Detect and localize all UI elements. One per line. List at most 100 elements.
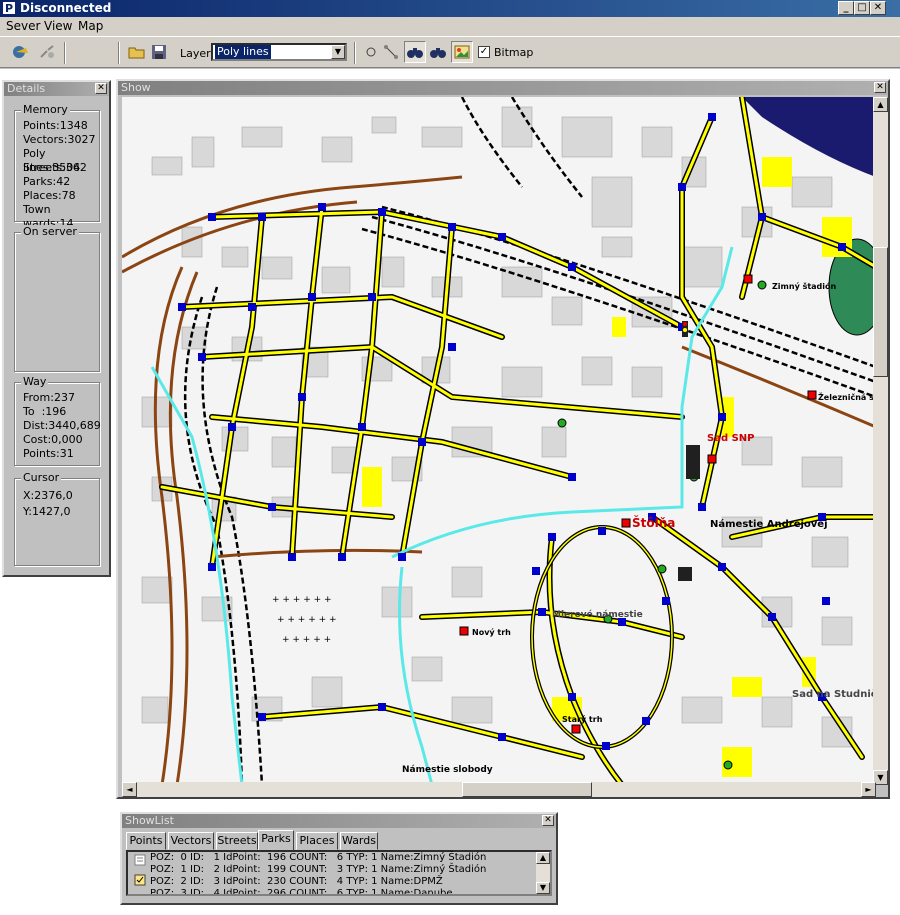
line-tool-icon[interactable] — [380, 41, 402, 63]
list-item[interactable]: POZ: 0 ID: 1 IdPoint: 196 COUNT: 6 TYP: … — [150, 852, 486, 863]
tab-points[interactable]: Points — [126, 832, 166, 850]
list-item[interactable]: POZ: 3 ID: 4 IdPoint: 296 COUNT: 6 TYP: … — [150, 888, 453, 894]
show-title: Show ✕ — [118, 81, 888, 95]
menu-view[interactable]: View — [44, 19, 72, 33]
map-label-andrej-square: Námestie Andrejovej — [710, 518, 828, 530]
layer-dropdown[interactable]: Poly lines ▼ — [211, 43, 347, 61]
map-label-stadium: Zimný štadión — [772, 281, 837, 291]
details-panel: Details ✕ Memory Points:1348 Vectors:302… — [2, 80, 111, 577]
way-to: To :196 — [23, 405, 67, 418]
menu-map[interactable]: Map — [78, 19, 103, 33]
memory-label: Memory — [21, 103, 70, 116]
note-icon — [134, 854, 146, 866]
scroll-up-button[interactable]: ▲ — [873, 97, 888, 112]
close-icon[interactable]: ✕ — [542, 815, 554, 826]
server-group: On server — [14, 225, 100, 372]
way-cost: Cost:0,000 — [23, 433, 83, 446]
toolbar-separator — [118, 42, 120, 64]
showlist-listbox[interactable]: POZ: 0 ID: 1 IdPoint: 196 COUNT: 6 TYP: … — [126, 850, 552, 896]
find-next-binoculars-icon[interactable] — [427, 41, 449, 63]
city-map[interactable]: + + + + + + + + + + + + + + + + + Zimný št… — [122, 97, 876, 785]
horizontal-scroll-thumb[interactable] — [462, 782, 592, 797]
memory-places: Places:78 — [23, 189, 76, 202]
window-title: Disconnected — [20, 1, 112, 15]
show-title-text: Show — [121, 81, 151, 94]
memory-group: Memory Points:1348 Vectors:3027 Poly lin… — [14, 103, 100, 230]
way-label: Way — [21, 375, 49, 388]
map-label-old-market: Starý trh — [562, 715, 603, 724]
showlist-title: ShowList ✕ — [122, 814, 556, 828]
map-label-station: Železničná stanica — [818, 391, 876, 402]
map-canvas[interactable]: + + + + + + + + + + + + + + + + + Zimný št… — [122, 97, 876, 785]
list-scroll-down-button[interactable]: ▼ — [536, 882, 550, 894]
list-scrollbar[interactable]: ▲ ▼ — [536, 852, 550, 894]
bitmap-checkbox[interactable]: ✓ — [478, 46, 490, 58]
showlist-title-text: ShowList — [125, 814, 174, 827]
list-scroll-up-button[interactable]: ▲ — [536, 852, 550, 864]
disconnect-icon[interactable] — [36, 41, 58, 63]
cemetery: + + + + + + + + + + + + + + + + + — [272, 595, 337, 645]
tab-places[interactable]: Places — [296, 832, 338, 850]
close-button[interactable]: ✕ — [870, 1, 886, 15]
close-icon[interactable]: ✕ — [95, 83, 107, 94]
toolbar: Layer: Poly lines ▼ ✓ Bitmap — [0, 36, 900, 68]
way-points: Points:31 — [23, 447, 74, 460]
checkbox-icon[interactable] — [134, 874, 146, 886]
tab-vectors[interactable]: Vectors — [168, 832, 214, 850]
svg-text:+ + + + + +: + + + + + + — [272, 595, 332, 605]
tab-wards[interactable]: Wards — [340, 832, 378, 850]
menu-sever[interactable]: Sever — [6, 19, 40, 33]
showlist-panel: ShowList ✕ Points Vectors Streets Parks … — [120, 812, 558, 905]
list-item[interactable]: POZ: 1 ID: 2 IdPoint: 199 COUNT: 3 TYP: … — [150, 864, 486, 875]
scroll-right-button[interactable]: ► — [861, 782, 876, 797]
bitmap-image-icon[interactable] — [451, 41, 473, 63]
toolbar-separator — [354, 42, 356, 64]
maximize-button[interactable]: □ — [854, 1, 870, 15]
point-tool-icon[interactable] — [360, 41, 382, 63]
cursor-y: Y:1427,0 — [23, 505, 71, 518]
server-label: On server — [21, 225, 79, 238]
memory-streets: Streets:362 — [23, 161, 87, 174]
memory-parks: Parks:42 — [23, 175, 71, 188]
svg-text:+ + + + +: + + + + + — [282, 635, 331, 645]
memory-vectors: Vectors:3027 — [23, 133, 96, 146]
map-vertical-scrollbar[interactable]: ▲ ▼ — [873, 97, 888, 785]
toolbar-separator — [64, 42, 66, 64]
connect-icon[interactable] — [10, 41, 32, 63]
bitmap-label: Bitmap — [494, 46, 534, 59]
tab-streets[interactable]: Streets — [216, 832, 258, 850]
app-icon: P — [2, 1, 16, 15]
find-binoculars-icon[interactable] — [404, 41, 426, 63]
chevron-down-icon[interactable]: ▼ — [331, 45, 345, 59]
details-title: Details ✕ — [4, 82, 109, 96]
map-horizontal-scrollbar[interactable]: ◄ ► — [122, 782, 876, 797]
way-distance: Dist:3440,689 — [23, 419, 101, 432]
tab-parks[interactable]: Parks — [258, 830, 294, 850]
cursor-label: Cursor — [21, 471, 62, 484]
close-icon[interactable]: ✕ — [874, 82, 886, 93]
open-folder-icon[interactable] — [126, 41, 148, 63]
menu-bar: Sever View Map — [0, 17, 900, 36]
layer-dropdown-value: Poly lines — [215, 45, 271, 59]
show-window: Show ✕ + + + + + + + + + + + + + + + + +… — [116, 79, 890, 799]
cursor-x: X:2376,0 — [23, 489, 73, 502]
layer-label: Layer: — [180, 47, 215, 60]
svg-text:+ + + + + +: + + + + + + — [277, 615, 337, 625]
title-bar: P Disconnected _ □ ✕ — [0, 0, 900, 17]
map-label-peace-square: Mierové námestie — [552, 609, 643, 620]
minimize-button[interactable]: _ — [838, 1, 854, 15]
details-title-text: Details — [7, 82, 46, 95]
map-label-sad-studnicky: Sad na Studničkách — [792, 688, 876, 700]
map-label-stolna: Štôlňa — [632, 515, 675, 530]
scroll-left-button[interactable]: ◄ — [122, 782, 137, 797]
map-label-new-market: Nový trh — [472, 628, 511, 637]
memory-points: Points:1348 — [23, 119, 88, 132]
list-item[interactable]: POZ: 2 ID: 3 IdPoint: 230 COUNT: 4 TYP: … — [150, 876, 443, 887]
way-from: From:237 — [23, 391, 75, 404]
save-disk-icon[interactable] — [148, 41, 170, 63]
way-group: Way From:237 To :196 Dist:3440,689 Cost:… — [14, 375, 101, 466]
cursor-group: Cursor X:2376,0 Y:1427,0 — [14, 471, 100, 566]
map-label-freedom-square: Námestie slobody — [402, 765, 493, 775]
map-label-sad-snp: Sad SNP — [707, 433, 755, 444]
vertical-scroll-thumb[interactable] — [873, 247, 888, 377]
